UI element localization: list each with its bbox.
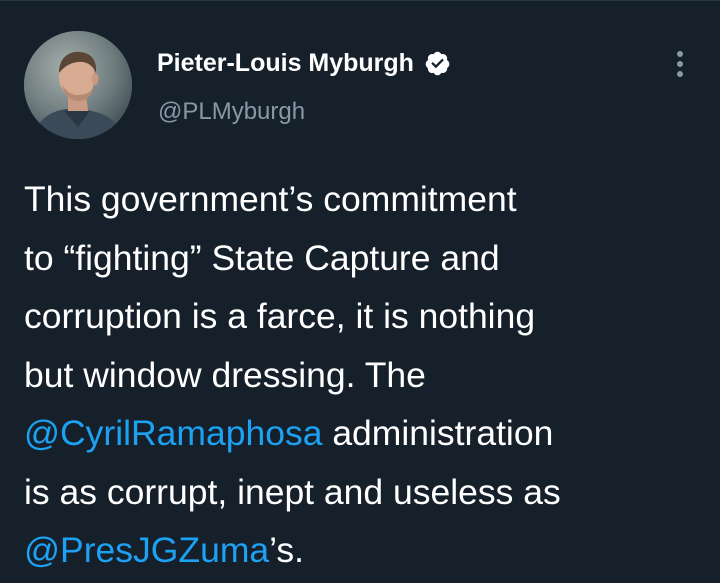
divider (0, 0, 720, 1)
tweet-text-fragment: ’s. (269, 530, 304, 570)
tweet-line: This government’s commitment (24, 179, 517, 219)
avatar-image (24, 31, 132, 139)
tweet-card: Pieter-Louis Myburgh @PLMyburgh This gov… (0, 0, 720, 583)
more-vertical-icon (677, 51, 683, 77)
tweet-line: @PresJGZuma’s. (24, 521, 704, 580)
mention-link[interactable]: @PresJGZuma (24, 530, 269, 570)
author-display-name[interactable]: Pieter-Louis Myburgh (157, 49, 414, 78)
tweet-line: is as corrupt, inept and useless as (24, 471, 561, 512)
verified-badge-icon (424, 50, 451, 77)
tweet-text: This government’s commitment to “fightin… (24, 170, 704, 580)
mention-link[interactable]: @CyrilRamaphosa (24, 413, 322, 453)
author-handle[interactable]: @PLMyburgh (158, 98, 305, 126)
tweet-line: corruption is a farce, it is nothing (24, 296, 536, 336)
tweet-text-fragment: administration (322, 413, 554, 453)
tweet-line: @CyrilRamaphosa administration (24, 404, 704, 463)
tweet-line: but window dressing. The (24, 354, 426, 395)
author-name-row: Pieter-Louis Myburgh (157, 45, 451, 81)
tweet-line: to “fighting” State Capture and (24, 237, 500, 278)
more-options-button[interactable] (666, 48, 694, 80)
avatar[interactable] (24, 31, 132, 139)
